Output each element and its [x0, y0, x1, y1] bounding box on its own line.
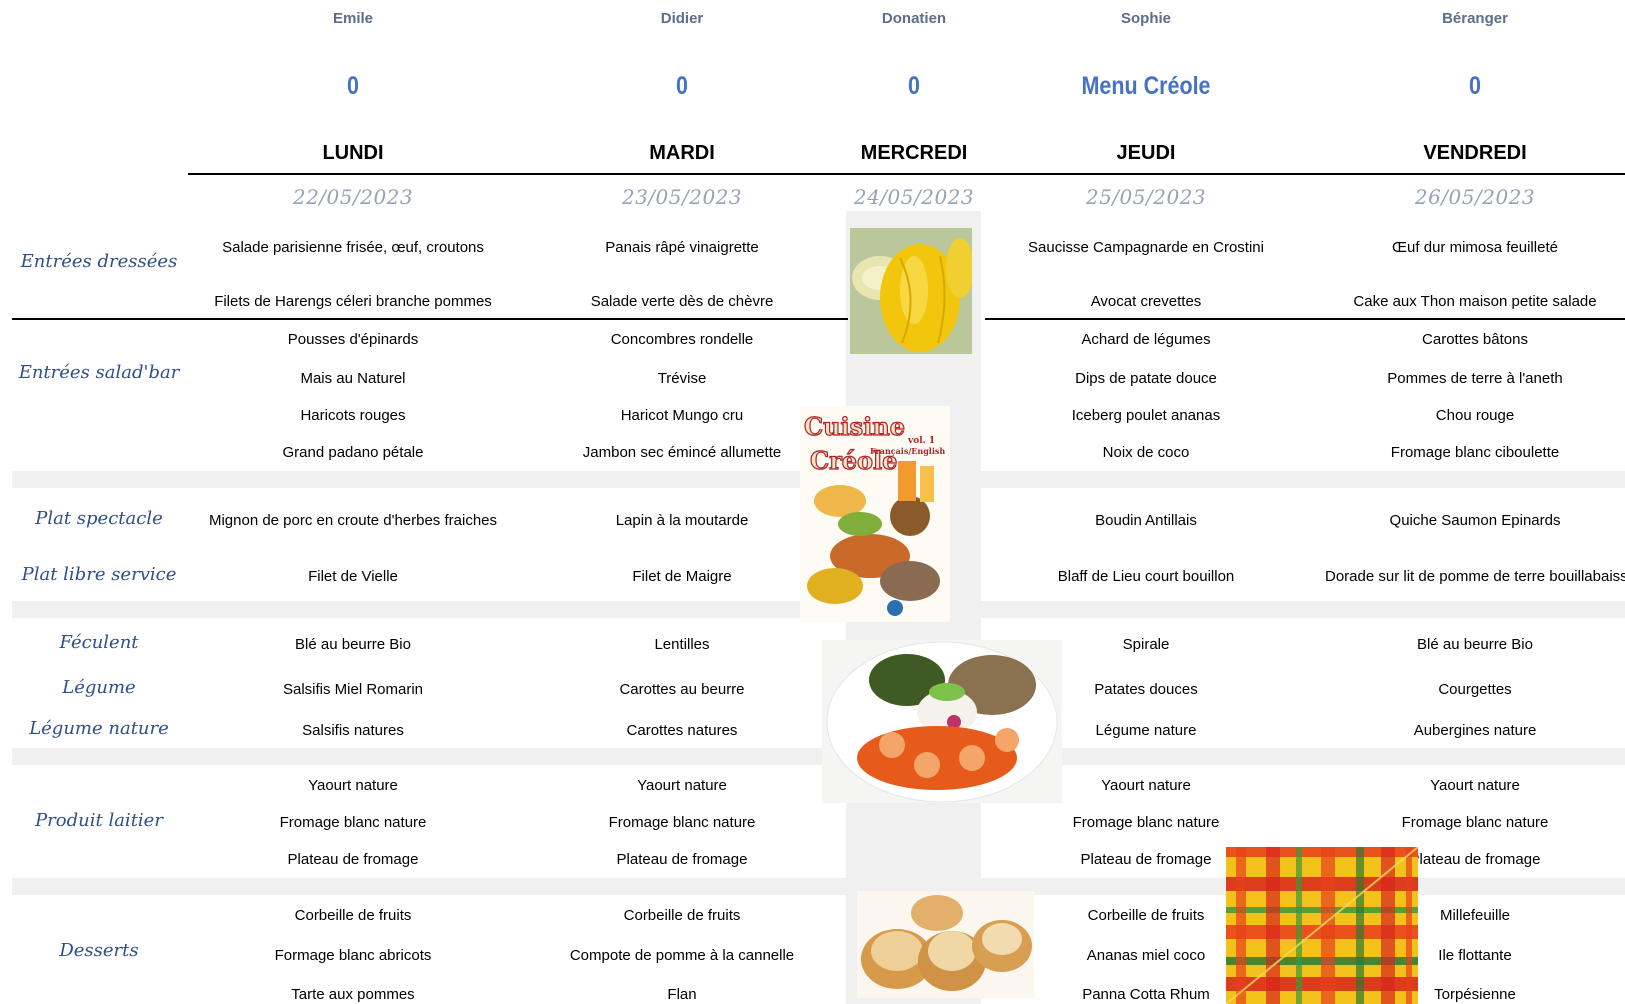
- category-entrees-saladbar: Entrées salad'bar: [18, 362, 180, 383]
- madras-fabric-photo: [1226, 847, 1418, 1004]
- day-name: JEUDI: [1116, 142, 1176, 164]
- menu-item: Pommes de terre à l'aneth: [1387, 370, 1563, 387]
- menu-item: Yaourt nature: [308, 777, 398, 794]
- menu-item: Iceberg poulet ananas: [1071, 407, 1221, 424]
- person-name: Donatien: [881, 10, 947, 27]
- category-feculent: Féculent: [59, 632, 139, 653]
- menu-item: Blé au beurre Bio: [1417, 636, 1533, 653]
- menu-item: Yaourt nature: [637, 777, 727, 794]
- menu-item: Cake aux Thon maison petite salade: [1353, 293, 1597, 310]
- menu-item: Carottes natures: [626, 722, 738, 739]
- menu-item: Salade verte dès de chèvre: [590, 293, 774, 310]
- person-name: Didier: [660, 10, 704, 27]
- menu-item: Dorade sur lit de pomme de terre bouilla…: [1325, 568, 1625, 585]
- day-theme: 0: [908, 72, 920, 100]
- menu-item: Salsifis natures: [302, 722, 404, 739]
- menu-item: Grand padano pétale: [282, 444, 424, 461]
- menu-item: Dips de patate douce: [1075, 370, 1217, 387]
- menu-item: Mais au Naturel: [300, 370, 406, 387]
- menu-item: Achard de légumes: [1081, 331, 1211, 348]
- menu-item: Filets de Harengs céleri branche pommes: [214, 293, 492, 310]
- cookbook-languages: Français/English: [870, 446, 946, 456]
- menu-item: Œuf dur mimosa feuilleté: [1392, 239, 1558, 256]
- header-divider: [188, 173, 1625, 175]
- menu-item: Blé au beurre Bio: [295, 636, 411, 653]
- day-name: MERCREDI: [860, 142, 968, 164]
- person-name: Emile: [332, 10, 374, 27]
- menu-item: Salade parisienne frisée, œuf, croutons: [222, 239, 484, 256]
- menu-item: Lapin à la moutarde: [615, 512, 749, 529]
- menu-item: Carottes au beurre: [619, 681, 745, 698]
- menu-item: Lentilles: [654, 636, 710, 653]
- day-date: 24/05/2023: [853, 185, 975, 209]
- menu-item: Jambon sec émincé allumette: [582, 444, 782, 461]
- menu-item: Quiche Saumon Epinards: [1389, 512, 1561, 529]
- menu-item: Fromage blanc ciboulette: [1390, 444, 1560, 461]
- person-name: Sophie: [1120, 10, 1171, 27]
- menu-item: Trévise: [657, 370, 707, 387]
- day-date: 23/05/2023: [621, 185, 743, 209]
- menu-item: Salsifis Miel Romarin: [282, 681, 424, 698]
- menu-item: Aubergines nature: [1413, 722, 1537, 739]
- menu-item: Plateau de fromage: [616, 851, 748, 868]
- menu-item: Tarte aux pommes: [291, 986, 415, 1003]
- category-entrees-dressees: Entrées dressées: [20, 251, 178, 272]
- menu-item: Saucisse Campagnarde en Crostini: [1028, 239, 1264, 256]
- menu-item: Concombres rondelle: [610, 331, 754, 348]
- menu-item: Pousses d'épinards: [287, 331, 419, 348]
- menu-item: Mignon de porc en croute d'herbes fraich…: [208, 512, 498, 529]
- cookbook-volume: vol. 1: [908, 436, 936, 446]
- day-name: LUNDI: [322, 142, 384, 164]
- cookbook-cover: Cuisine Créole vol. 1 Français/English: [800, 406, 950, 622]
- menu-item: Plateau de fromage: [287, 851, 419, 868]
- menu-item: Haricots rouges: [300, 407, 406, 424]
- category-legume: Légume: [62, 677, 136, 698]
- menu-item: Compote de pomme à la cannelle: [569, 947, 795, 964]
- menu-item: Fromage blanc nature: [608, 814, 756, 831]
- section-divider: [12, 318, 848, 320]
- day-date: 25/05/2023: [1085, 185, 1207, 209]
- menu-item: Filet de Maigre: [632, 568, 732, 585]
- day-date: 26/05/2023: [1414, 185, 1536, 209]
- category-plat-spectacle: Plat spectacle: [35, 508, 163, 529]
- day-name: VENDREDI: [1423, 142, 1527, 164]
- section-divider: [985, 318, 1625, 320]
- menu-item: Corbeille de fruits: [623, 907, 741, 924]
- menu-item: Boudin Antillais: [1095, 512, 1197, 529]
- coconut-macaroons-photo: [857, 891, 1034, 998]
- menu-item: Panais râpé vinaigrette: [605, 239, 759, 256]
- category-produit-laitier: Produit laitier: [35, 810, 163, 831]
- day-theme: Menu Créole: [1081, 72, 1211, 100]
- menu-item: Carottes bâtons: [1422, 331, 1528, 348]
- day-theme: 0: [676, 72, 688, 100]
- menu-item: Haricot Mungo cru: [620, 407, 744, 424]
- menu-item: Chou rouge: [1435, 407, 1515, 424]
- menu-item: Filet de Vielle: [308, 568, 398, 585]
- person-name: Béranger: [1442, 10, 1508, 27]
- menu-item: Fromage blanc nature: [279, 814, 427, 831]
- menu-item: Avocat crevettes: [1090, 293, 1202, 310]
- menu-item: Flan: [667, 986, 697, 1003]
- menu-item: Blaff de Lieu court bouillon: [1057, 568, 1235, 585]
- category-desserts: Desserts: [59, 940, 139, 961]
- separator-band: [12, 748, 1625, 765]
- menu-item: Courgettes: [1438, 681, 1512, 698]
- day-theme: 0: [1469, 72, 1481, 100]
- day-name: MARDI: [649, 142, 715, 164]
- category-legume-nature: Légume nature: [29, 718, 169, 739]
- menu-item: Formage blanc abricots: [274, 947, 432, 964]
- menu-item: Noix de coco: [1102, 444, 1190, 461]
- menu-item: Fromage blanc nature: [1401, 814, 1549, 831]
- day-theme: 0: [347, 72, 359, 100]
- cookbook-title-1: Cuisine: [803, 411, 906, 441]
- category-plat-libre-service: Plat libre service: [21, 564, 177, 585]
- day-date: 22/05/2023: [292, 185, 414, 209]
- menu-item: Corbeille de fruits: [294, 907, 412, 924]
- menu-item: Yaourt nature: [1430, 777, 1520, 794]
- melon-photo: [850, 228, 972, 354]
- menu-item: Fromage blanc nature: [1072, 814, 1220, 831]
- shrimp-curry-photo: [822, 640, 1062, 803]
